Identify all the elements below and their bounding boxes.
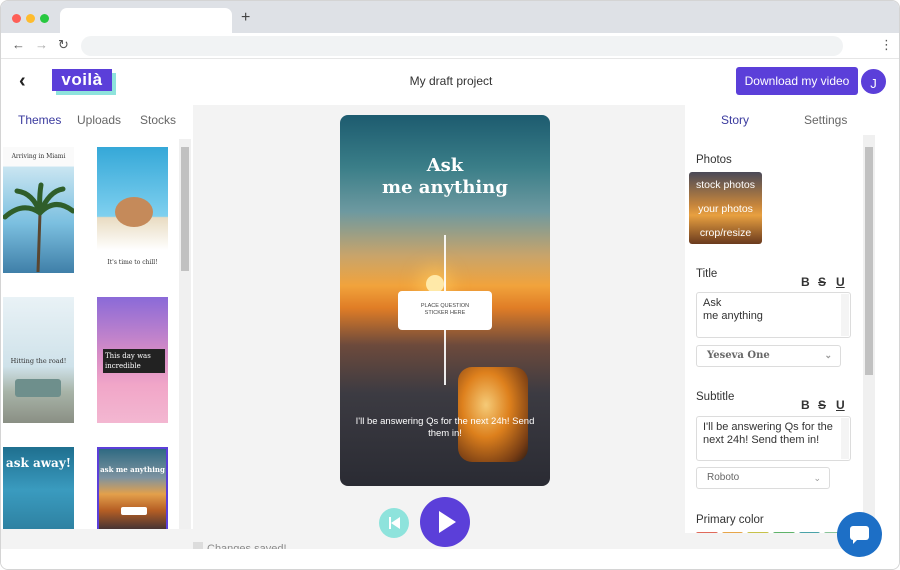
- sticker-line1: PLACE QUESTION: [420, 303, 470, 309]
- subtitle-input-scrollbar[interactable]: [841, 418, 849, 459]
- sticker-placeholder: [121, 507, 147, 515]
- underline-button[interactable]: U: [836, 275, 845, 289]
- question-sticker-placeholder[interactable]: PLACE QUESTION STICKER HERE: [398, 291, 492, 330]
- canvas-area: Ask me anything PLACE QUESTION STICKER H…: [193, 105, 685, 555]
- close-window-icon[interactable]: [12, 14, 21, 23]
- story-title[interactable]: Ask me anything: [340, 155, 550, 199]
- address-bar: ← → ↻ ⋮: [1, 33, 899, 59]
- subtitle-font-select[interactable]: Roboto ⌄: [696, 467, 830, 489]
- photos-label: Photos: [696, 154, 732, 166]
- subtitle-label: Subtitle: [696, 391, 735, 403]
- theme-caption: ask me anything: [100, 465, 165, 474]
- title-input-line2: me anything: [703, 310, 763, 322]
- browser-window: + ← → ↻ ⋮ ‹ voilà My draft project Downl…: [0, 0, 900, 570]
- subtitle-font-value: Roboto: [707, 472, 740, 483]
- sunbather-shape: [115, 197, 153, 227]
- sticker-line2: STICKER HERE: [424, 310, 466, 316]
- title-font-select[interactable]: Yeseva One ⌄: [696, 345, 841, 367]
- scrollbar-thumb[interactable]: [181, 147, 189, 271]
- forward-nav-icon[interactable]: →: [35, 37, 48, 53]
- theme-caption: Hitting the road!: [10, 357, 67, 365]
- window-bottom: [1, 549, 899, 569]
- story-title-line1: Ask: [426, 155, 464, 176]
- back-nav-icon[interactable]: ←: [12, 37, 25, 53]
- back-icon[interactable]: ‹: [19, 70, 26, 92]
- right-panel-scrollbar[interactable]: [863, 135, 875, 549]
- theme-thumbnail[interactable]: It's time to chill!: [97, 147, 168, 273]
- story-preview[interactable]: Ask me anything PLACE QUESTION STICKER H…: [340, 115, 550, 486]
- chat-support-button[interactable]: [837, 512, 882, 557]
- right-panel: Story Settings Photos stock photos your …: [685, 105, 875, 549]
- horizontal-scrollbar[interactable]: [1, 529, 193, 549]
- logo[interactable]: voilà: [52, 69, 116, 95]
- download-video-button[interactable]: Download my video: [736, 67, 858, 95]
- theme-caption: ask away!: [5, 456, 72, 470]
- rewind-button[interactable]: [379, 508, 409, 538]
- tab-uploads[interactable]: Uploads: [77, 113, 121, 127]
- bold-button[interactable]: B: [801, 398, 810, 412]
- browser-tab[interactable]: [60, 8, 232, 33]
- project-title[interactable]: My draft project: [361, 74, 541, 88]
- chevron-down-icon: ⌄: [824, 351, 832, 361]
- strikethrough-button[interactable]: S: [818, 398, 826, 412]
- scrollbar-thumb[interactable]: [865, 147, 873, 375]
- reload-icon[interactable]: ↻: [58, 37, 69, 53]
- user-avatar[interactable]: J: [859, 67, 888, 96]
- browser-tabbar: +: [1, 1, 899, 33]
- theme-caption: It's time to chill!: [107, 259, 158, 266]
- theme-thumbnail[interactable]: Arriving in Miami: [3, 147, 74, 273]
- van-shape: [15, 379, 61, 397]
- theme-thumbnail[interactable]: Hitting the road!: [3, 297, 74, 423]
- url-field[interactable]: [81, 36, 843, 56]
- left-panel: Themes Uploads Stocks Arriving in Miami …: [1, 105, 193, 549]
- new-tab-icon[interactable]: +: [241, 10, 250, 26]
- underline-button[interactable]: U: [836, 398, 845, 412]
- theme-thumbnail-selected[interactable]: ask me anything: [97, 447, 168, 533]
- title-label: Title: [696, 268, 718, 280]
- tab-stocks[interactable]: Stocks: [140, 113, 176, 127]
- minimize-window-icon[interactable]: [26, 14, 35, 23]
- themes-scrollbar[interactable]: [179, 139, 191, 529]
- logo-text: voilà: [52, 69, 112, 91]
- subtitle-input[interactable]: I'll be answering Qs for the next 24h! S…: [696, 416, 851, 461]
- story-title-line2: me anything: [382, 177, 508, 198]
- theme-thumbnail[interactable]: This day was incredible: [97, 297, 168, 423]
- title-input-scrollbar[interactable]: [841, 294, 849, 336]
- primary-color-label: Primary color: [696, 514, 764, 526]
- chevron-down-icon: ⌄: [813, 473, 821, 483]
- title-input[interactable]: Ask me anything: [696, 292, 851, 338]
- tab-story[interactable]: Story: [718, 113, 752, 129]
- app-header: ‹ voilà My draft project Download my vid…: [1, 59, 899, 105]
- jar-shape: [458, 367, 528, 462]
- browser-menu-icon[interactable]: ⋮: [880, 37, 893, 53]
- tab-themes[interactable]: Themes: [15, 113, 64, 129]
- maximize-window-icon[interactable]: [40, 14, 49, 23]
- title-font-value: Yeseva One: [707, 350, 770, 361]
- story-subtitle[interactable]: I'll be answering Qs for the next 24h! S…: [348, 416, 542, 440]
- theme-caption: This day was incredible: [105, 352, 151, 370]
- theme-thumbnail[interactable]: ask away!: [3, 447, 74, 533]
- bold-button[interactable]: B: [801, 275, 810, 289]
- stock-photos-option[interactable]: stock photos: [689, 179, 762, 191]
- palm-tree-icon: [3, 182, 74, 273]
- photos-panel: stock photos your photos crop/resize: [689, 172, 762, 244]
- title-input-line1: Ask: [703, 297, 722, 309]
- play-button[interactable]: [420, 497, 470, 547]
- strikethrough-button[interactable]: S: [818, 275, 826, 289]
- your-photos-option[interactable]: your photos: [689, 203, 762, 215]
- crop-resize-option[interactable]: crop/resize: [689, 227, 762, 239]
- tab-settings[interactable]: Settings: [804, 113, 847, 127]
- subtitle-input-text: I'll be answering Qs for the next 24h! S…: [703, 421, 833, 446]
